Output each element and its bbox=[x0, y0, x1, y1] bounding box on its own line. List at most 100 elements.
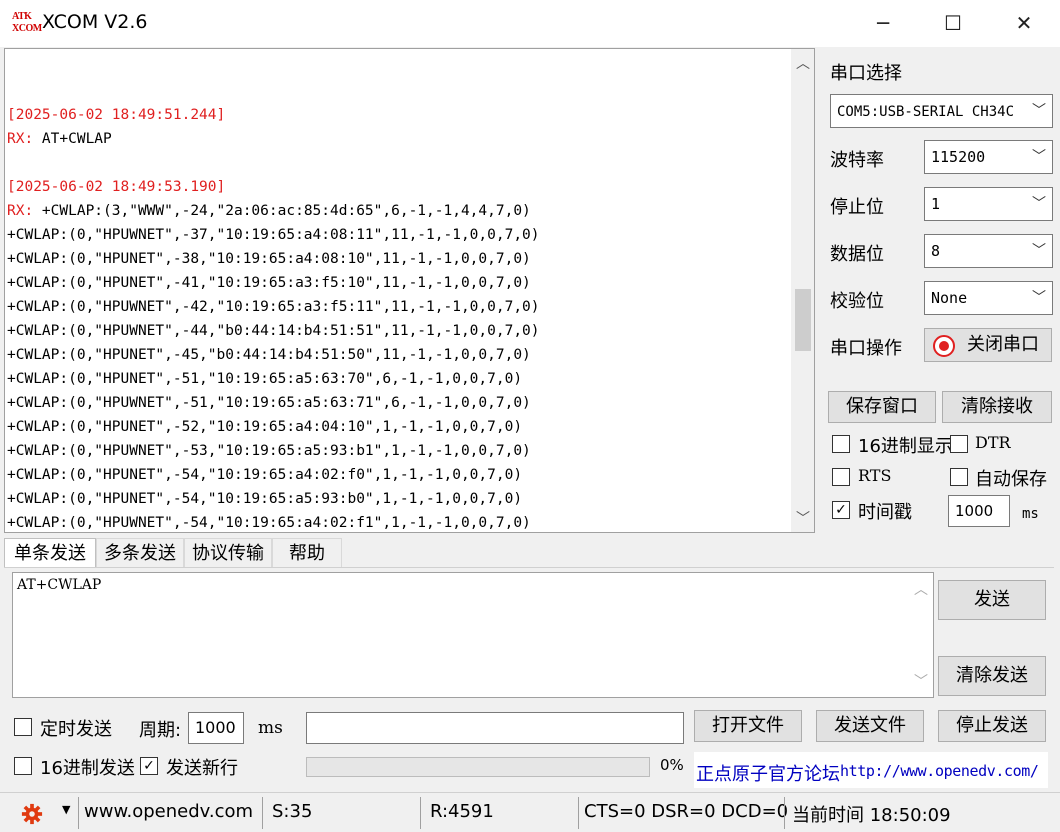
status-divider bbox=[78, 797, 79, 829]
send-text: AT+CWLAP bbox=[17, 577, 102, 593]
log-line: +CWLAP:(0,"HPUNET",-54,"10:19:65:a5:93:b… bbox=[7, 491, 523, 507]
stop-send-button[interactable]: 停止发送 bbox=[938, 710, 1046, 742]
logo-bottom-text: XCOM bbox=[12, 23, 42, 34]
hex-display-checkbox[interactable] bbox=[832, 435, 850, 453]
send-textarea[interactable]: AT+CWLAP ︿ ﹀ bbox=[12, 572, 934, 698]
scroll-up-icon[interactable]: ︿ bbox=[791, 49, 814, 79]
status-website[interactable]: www.openedv.com bbox=[84, 801, 253, 822]
scroll-thumb[interactable] bbox=[795, 289, 811, 351]
send-newline-checkbox[interactable]: ✓ bbox=[140, 757, 158, 775]
log-line: +CWLAP:(0,"HPUWNET",-54,"10:19:65:a4:02:… bbox=[7, 515, 531, 531]
baud-value: 115200 bbox=[931, 148, 986, 166]
forum-link-url[interactable]: http://www.openedv.com/ bbox=[840, 762, 1039, 780]
log-line: RX: +CWLAP:(3,"WWW",-24,"2a:06:ac:85:4d:… bbox=[7, 203, 531, 219]
tab-help[interactable]: 帮助 bbox=[272, 538, 342, 568]
window-title: XCOM V2.6 bbox=[42, 11, 148, 33]
maximize-button[interactable]: ☐ bbox=[918, 0, 988, 47]
status-signals: CTS=0 DSR=0 DCD=0 bbox=[584, 801, 789, 822]
log-line: +CWLAP:(0,"HPUWNET",-51,"10:19:65:a5:63:… bbox=[7, 395, 531, 411]
title-bar: ATK XCOM XCOM V2.6 ─ ☐ ✕ bbox=[0, 0, 1060, 47]
log-line: +CWLAP:(0,"HPUWNET",-37,"10:19:65:a4:08:… bbox=[7, 227, 540, 243]
data-bits-value: 8 bbox=[931, 242, 941, 260]
timestamp-label: 时间戳 bbox=[858, 502, 912, 523]
tab-single-send[interactable]: 单条发送 bbox=[4, 538, 96, 568]
chevron-down-icon: ﹀ bbox=[1032, 196, 1046, 212]
forum-link-box[interactable]: 正点原子官方论坛 http://www.openedv.com/ bbox=[694, 752, 1048, 788]
receive-textarea[interactable]: [2025-06-02 18:49:51.244] RX: AT+CWLAP [2… bbox=[4, 48, 815, 533]
log-timestamp: [2025-06-02 18:49:53.190] bbox=[7, 179, 226, 195]
data-bits-dropdown[interactable]: 8 ﹀ bbox=[924, 234, 1053, 268]
port-select-dropdown[interactable]: COM5:USB-SERIAL CH34C ﹀ bbox=[830, 94, 1053, 128]
chevron-down-icon: ﹀ bbox=[1032, 290, 1046, 306]
chevron-down-icon: ﹀ bbox=[1032, 149, 1046, 165]
send-scrollbar[interactable]: ︿ ﹀ bbox=[909, 573, 933, 697]
stop-bits-value: 1 bbox=[931, 195, 941, 213]
log-line: +CWLAP:(0,"HPUWNET",-44,"b0:44:14:b4:51:… bbox=[7, 323, 540, 339]
send-newline-label: 发送新行 bbox=[166, 758, 238, 779]
log-line: +CWLAP:(0,"HPUWNET",-42,"10:19:65:a3:f5:… bbox=[7, 299, 540, 315]
auto-save-checkbox[interactable] bbox=[950, 468, 968, 486]
status-divider bbox=[262, 797, 263, 829]
parity-label: 校验位 bbox=[830, 291, 884, 312]
tab-divider bbox=[4, 567, 1054, 568]
period-label: 周期: bbox=[139, 720, 182, 741]
save-window-button[interactable]: 保存窗口 bbox=[828, 391, 936, 423]
forum-link-cn[interactable]: 正点原子官方论坛 bbox=[696, 760, 840, 786]
baud-dropdown[interactable]: 115200 ﹀ bbox=[924, 140, 1053, 174]
clear-send-button[interactable]: 清除发送 bbox=[938, 656, 1046, 696]
tab-protocol[interactable]: 协议传输 bbox=[184, 538, 272, 568]
hex-display-label: 16进制显示 bbox=[858, 436, 953, 457]
scroll-down-icon[interactable]: ﹀ bbox=[791, 504, 814, 532]
tab-multi-send[interactable]: 多条发送 bbox=[96, 538, 184, 568]
rts-label: RTS bbox=[858, 466, 892, 485]
rts-checkbox[interactable] bbox=[832, 468, 850, 486]
gear-icon[interactable] bbox=[20, 803, 44, 825]
minimize-button[interactable]: ─ bbox=[848, 0, 918, 47]
stop-bits-dropdown[interactable]: 1 ﹀ bbox=[924, 187, 1053, 221]
send-button[interactable]: 发送 bbox=[938, 580, 1046, 620]
clear-receive-button[interactable]: 清除接收 bbox=[942, 391, 1052, 423]
hex-send-checkbox[interactable] bbox=[14, 757, 32, 775]
status-divider bbox=[784, 797, 785, 829]
close-port-button[interactable]: 关闭串口 bbox=[924, 328, 1052, 362]
log-line: RX: AT+CWLAP bbox=[7, 131, 112, 147]
status-divider bbox=[578, 797, 579, 829]
log-line: +CWLAP:(0,"HPUNET",-38,"10:19:65:a4:08:1… bbox=[7, 251, 531, 267]
parity-value: None bbox=[931, 289, 968, 307]
baud-label: 波特率 bbox=[830, 150, 884, 171]
progress-percent: 0% bbox=[660, 756, 684, 774]
open-file-button[interactable]: 打开文件 bbox=[694, 710, 802, 742]
timestamp-checkbox[interactable]: ✓ bbox=[832, 501, 850, 519]
chevron-down-icon: ﹀ bbox=[1032, 243, 1046, 259]
port-select-value: COM5:USB-SERIAL CH34C bbox=[837, 104, 1015, 120]
send-file-button[interactable]: 发送文件 bbox=[816, 710, 924, 742]
status-clock: 当前时间 18:50:09 bbox=[792, 805, 951, 826]
log-line: +CWLAP:(0,"HPUNET",-45,"b0:44:14:b4:51:5… bbox=[7, 347, 531, 363]
rx-prefix: RX: bbox=[7, 203, 42, 219]
caret-down-icon[interactable]: ▼ bbox=[62, 803, 70, 816]
scroll-up-icon[interactable]: ︿ bbox=[909, 575, 933, 605]
file-path-input[interactable] bbox=[306, 712, 684, 744]
hex-send-label: 16进制发送 bbox=[40, 758, 135, 779]
port-op-label: 串口操作 bbox=[830, 338, 902, 359]
period-input[interactable]: 1000 bbox=[188, 712, 244, 744]
receive-scrollbar[interactable]: ︿ ﹀ bbox=[791, 49, 814, 532]
chevron-down-icon: ﹀ bbox=[1032, 103, 1046, 119]
log-line: +CWLAP:(0,"HPUNET",-54,"10:19:65:a4:02:f… bbox=[7, 467, 523, 483]
status-divider bbox=[420, 797, 421, 829]
timed-send-checkbox[interactable] bbox=[14, 718, 32, 736]
dtr-checkbox[interactable] bbox=[950, 435, 968, 453]
log-line: +CWLAP:(0,"HPUNET",-41,"10:19:65:a3:f5:1… bbox=[7, 275, 531, 291]
app-logo: ATK XCOM bbox=[12, 11, 42, 37]
parity-dropdown[interactable]: None ﹀ bbox=[924, 281, 1053, 315]
status-bar: ▼ www.openedv.com S:35 R:4591 CTS=0 DSR=… bbox=[0, 792, 1060, 832]
close-window-button[interactable]: ✕ bbox=[989, 0, 1059, 47]
scroll-down-icon[interactable]: ﹀ bbox=[909, 667, 933, 697]
period-unit: ms bbox=[258, 718, 283, 738]
progress-bar bbox=[306, 757, 650, 777]
log-timestamp: [2025-06-02 18:49:51.244] bbox=[7, 107, 226, 123]
dtr-label: DTR bbox=[975, 433, 1011, 452]
timestamp-ms-input[interactable]: 1000 bbox=[948, 495, 1010, 527]
